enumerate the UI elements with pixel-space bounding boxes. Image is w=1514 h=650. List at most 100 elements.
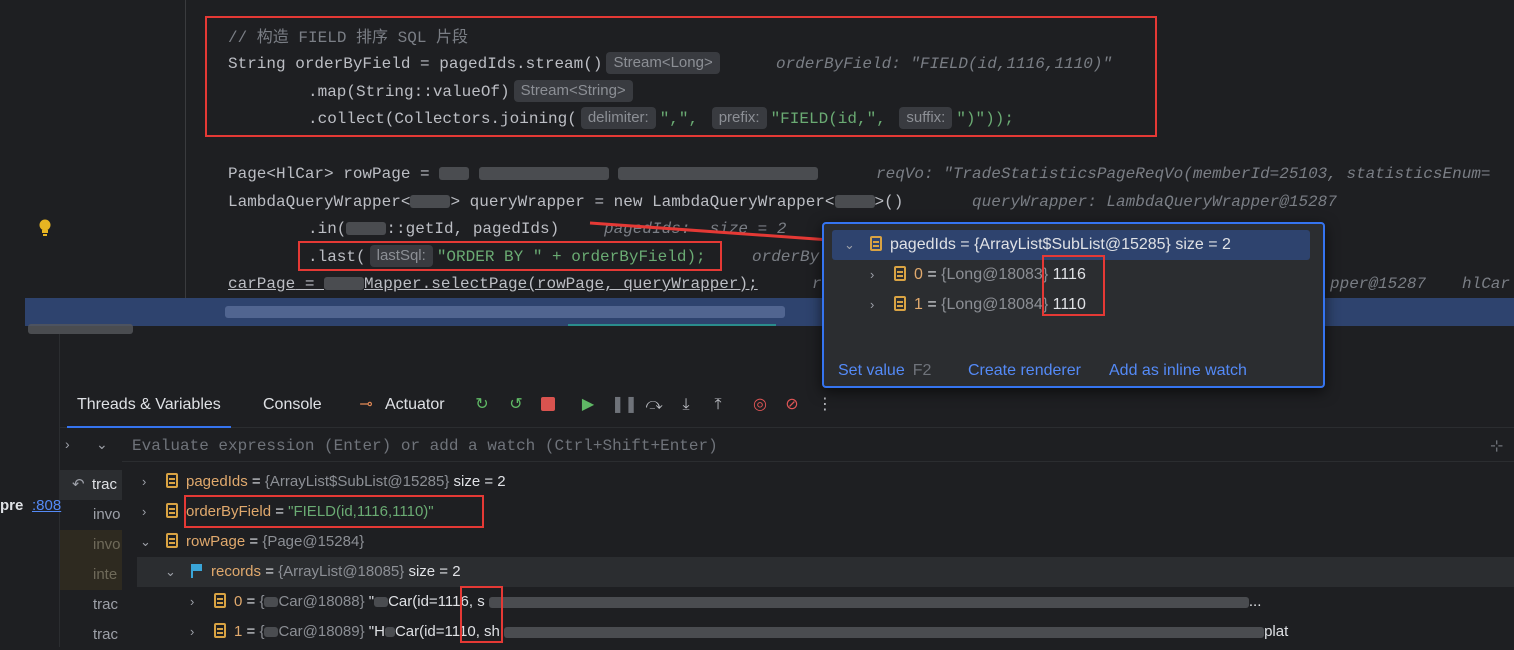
blurred-text [225,306,785,318]
step-out-icon[interactable]: ⤒ [708,395,728,415]
more-icon[interactable]: ⋮ [815,395,835,415]
set-value-label: Set value [838,362,905,379]
tab-actuator[interactable]: Actuator [385,396,445,414]
variable-value: Car(id= [388,593,438,610]
code-statement: .in(::getId, pagedIds) [308,215,559,243]
frame-item[interactable]: trac [60,590,122,620]
code-text: carPage [228,275,296,293]
pause-icon[interactable]: ❚❚ [611,395,638,415]
chevron-right-icon[interactable]: › [65,436,70,452]
variable-value: "FIELD(id,1116,1110)" [288,503,434,520]
param-hint: delimiter: [580,107,656,129]
inline-value: r [812,275,822,293]
variable-content: 1 = {Car@18089} "H Car(id=1110, sh plat [214,617,1288,647]
frame-label: inte [93,566,118,583]
inline-value: queryWrapper: LambdaQueryWrapper@15287 [972,193,1337,211]
shortcut-label: F2 [912,362,932,379]
equals: = [261,563,279,580]
evaluate-expression-input[interactable]: Evaluate expression (Enter) or add a wat… [122,430,1514,462]
resume-icon[interactable]: ▶ [578,395,598,415]
chevron-down-icon[interactable]: ⌄ [844,230,855,260]
chevron-right-icon[interactable]: › [190,587,194,617]
chevron-right-icon[interactable]: › [142,467,146,497]
view-breakpoints-icon[interactable]: ◎ [750,395,770,415]
blurred-text [324,277,365,291]
chevron-right-icon[interactable]: › [870,260,874,290]
variable-row-pagedids[interactable]: › pagedIds = {ArrayList$SubList@15285} s… [122,467,1514,497]
add-watch-icon[interactable]: ⊹ [1490,436,1503,456]
string-literal: "FIELD(id,", [770,110,886,128]
variable-size: size = 2 [408,563,461,580]
port-link[interactable]: :808 [32,497,61,514]
chevron-down-icon[interactable]: ⌄ [140,527,151,557]
variable-row-orderbyfield[interactable]: › orderByField = "FIELD(id,1116,1110)" [122,497,1514,527]
code-comment: // 构造 FIELD 排序 SQL 片段 [228,29,469,47]
blurred-text [410,195,451,209]
code-line-comment[interactable]: // 构造 FIELD 排序 SQL 片段 [0,24,1514,52]
record-id: 1116 [437,593,469,610]
variable-name: rowPage [186,533,246,550]
variable-ref: {ArrayList$SubList@15285} [264,473,450,490]
debug-tabs: Threads & Variables Console ⊸ Actuator ↻… [60,382,1514,428]
variable-value: , sh [475,623,500,640]
tab-console[interactable]: Console [263,396,322,414]
item-ref: {Long@18084} [941,296,1049,313]
chevron-right-icon[interactable]: › [870,290,874,320]
step-into-icon[interactable]: ⤓ [676,395,696,415]
variable-value: = {ArrayList$SubList@15285} size = 2 [960,236,1231,253]
frame-item[interactable]: invo [60,500,122,530]
variable-row-record-1[interactable]: › 1 = {Car@18089} "H Car(id=1110, sh plat [122,617,1514,647]
rerun-debug-icon[interactable]: ↺ [506,395,526,415]
type-hint: Stream<Long> [606,52,720,74]
code-line-querywrapper[interactable]: LambdaQueryWrapper< > queryWrapper = new … [0,188,1514,216]
chevron-down-icon[interactable]: ⌄ [165,557,176,587]
mute-breakpoints-icon[interactable]: ⊘ [782,395,802,415]
variable-row-record-0[interactable]: › 0 = {Car@18088} " Car(id=1116, s ... [122,587,1514,617]
popup-root-row[interactable]: ⌄ pagedIds = {ArrayList$SubList@15285} s… [832,230,1310,260]
code-text: > queryWrapper = new LambdaQueryWrapper< [450,193,835,211]
code-statement: .map(String::valueOf) Stream<String> [308,78,637,106]
variable-row-rowpage[interactable]: ⌄ rowPage = {Page@15284} [122,527,1514,557]
code-line-collect[interactable]: .collect(Collectors.joining(delimiter: ",… [0,105,1514,133]
equals: = [242,593,260,610]
chevron-down-icon[interactable]: ⌄ [96,436,108,453]
blurred-text [384,627,395,638]
stop-icon[interactable] [538,395,558,415]
tab-threads-variables[interactable]: Threads & Variables [67,396,231,428]
frame-item[interactable]: ↶ trac [60,470,122,500]
frame-item[interactable]: invo [60,530,122,560]
variables-tree: › pagedIds = {ArrayList$SubList@15285} s… [122,466,1514,647]
left-tool-strip: pre :808 [0,324,133,647]
variable-ref: Car@18088} [278,593,365,610]
lightbulb-icon[interactable] [38,219,52,237]
variable-value: , s [468,593,485,610]
frame-item[interactable]: trac [60,620,122,650]
code-text: Mapper.selectPage(rowPage, queryWrapper)… [364,275,758,293]
variable-content: pagedIds = {ArrayList$SubList@15285} siz… [166,467,506,497]
popup-item-1[interactable]: › 1 = {Long@18084} 1110 [824,290,1323,320]
create-renderer-link[interactable]: Create renderer [968,362,1081,380]
code-line-rowpage[interactable]: Page<HlCar> rowPage = reqVo: "TradeStati… [0,160,1514,188]
rerun-icon[interactable]: ↻ [472,395,492,415]
variable-name: pagedIds [890,236,956,253]
variable-content: orderByField = "FIELD(id,1116,1110)" [166,497,434,527]
popup-item-content: 0 = {Long@18083} 1116 [894,260,1086,290]
value-popup[interactable]: ⌄ pagedIds = {ArrayList$SubList@15285} s… [822,222,1325,388]
popup-item-0[interactable]: › 0 = {Long@18083} 1116 [824,260,1323,290]
scroll-marker [568,324,776,334]
variable-value: plat [1264,623,1289,640]
field-icon [214,593,226,608]
field-icon [894,266,906,281]
chevron-right-icon[interactable]: › [190,617,194,647]
blurred-text [488,596,1249,608]
variable-row-records[interactable]: ⌄ records = {ArrayList@18085} size = 2 [137,557,1514,587]
set-value-link[interactable]: Set value F2 [838,362,931,380]
chevron-right-icon[interactable]: › [142,497,146,527]
frame-item[interactable]: inte [60,560,122,590]
code-line-orderbyfield[interactable]: String orderByField = pagedIds.stream() S… [0,50,1514,78]
type-hint: Stream<String> [513,80,633,102]
step-over-icon[interactable]: ⤼ [644,395,664,415]
code-line-map[interactable]: .map(String::valueOf) Stream<String> [0,78,1514,106]
item-value: 1116 [1052,266,1086,283]
add-inline-watch-link[interactable]: Add as inline watch [1109,362,1247,380]
